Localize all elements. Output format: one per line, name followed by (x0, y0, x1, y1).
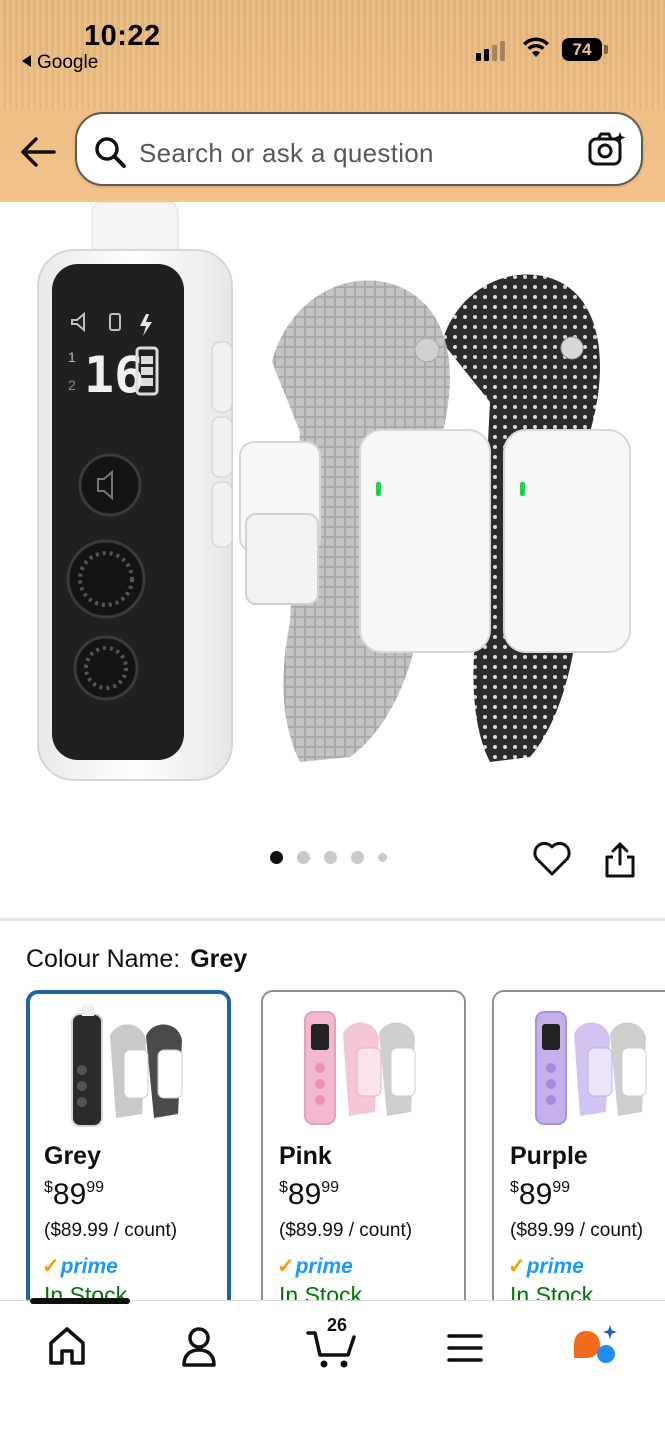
carousel-dot-5[interactable] (378, 853, 387, 862)
prime-badge: ✓prime (508, 1254, 584, 1279)
menu-icon[interactable] (435, 1321, 495, 1371)
price-fraction: 99 (321, 1179, 340, 1196)
carousel-dot-4[interactable] (351, 851, 364, 864)
heart-icon[interactable] (532, 840, 572, 878)
colour-label-text: Colour Name: (26, 945, 181, 973)
svg-text:2: 2 (68, 377, 76, 393)
option-unit-price: ($89.99 / count) (510, 1220, 644, 1241)
back-to-app-link[interactable]: Google (22, 52, 98, 74)
search-bar[interactable]: Search or ask a question (75, 112, 643, 186)
swatch-thumbnail (71, 1006, 183, 1127)
back-arrow-icon[interactable] (18, 132, 58, 172)
svg-text:1: 1 (68, 349, 76, 365)
active-tab-indicator (30, 1298, 130, 1304)
price-whole: 89 (287, 1178, 322, 1211)
section-divider (0, 918, 665, 921)
price-symbol: $ (44, 1179, 53, 1196)
colour-option-purple[interactable]: Purple $8999 ($89.99 / count) ✓prime In … (492, 990, 665, 1320)
wifi-icon (523, 37, 549, 57)
prime-badge: ✓prime (277, 1254, 353, 1279)
price-fraction: 99 (552, 1179, 571, 1196)
colour-option-pink[interactable]: Pink $8999 ($89.99 / count) ✓prime In St… (261, 990, 466, 1320)
cart-count-badge: 26 (327, 1315, 348, 1335)
share-icon[interactable] (602, 840, 638, 880)
status-time: 10:22 (84, 20, 161, 52)
option-name: Purple (510, 1142, 588, 1170)
camera-search-icon[interactable] (587, 130, 627, 170)
search-icon (95, 137, 126, 168)
carousel-dot-1[interactable] (270, 851, 283, 864)
battery-indicator: 74 (562, 38, 602, 61)
prime-check-icon: ✓ (508, 1255, 526, 1278)
prime-check-icon: ✓ (277, 1255, 295, 1278)
app-header: 10:22 Google 74 Search or ask a question (0, 0, 665, 202)
back-app-label: Google (37, 52, 99, 73)
swatch-thumbnail (535, 1011, 647, 1125)
option-price: $8999 (44, 1178, 104, 1212)
price-symbol: $ (279, 1179, 288, 1196)
carousel-dot-3[interactable] (324, 851, 337, 864)
swatch-thumbnail (304, 1011, 416, 1125)
back-triangle-icon (22, 55, 31, 67)
colour-option-grey[interactable]: Grey $8999 ($89.99 / count) ✓prime In St… (26, 990, 231, 1320)
account-icon[interactable] (169, 1321, 229, 1371)
prime-label: prime (60, 1255, 118, 1278)
option-price: $8999 (279, 1178, 339, 1212)
svg-text:16: 16 (84, 346, 144, 404)
option-name: Grey (44, 1142, 101, 1170)
option-name: Pink (279, 1142, 332, 1170)
cellular-signal-icon (476, 39, 505, 61)
option-price: $8999 (510, 1178, 570, 1212)
option-unit-price: ($89.99 / count) (44, 1220, 178, 1241)
ai-assistant-icon[interactable] (568, 1321, 628, 1371)
option-unit-price: ($89.99 / count) (279, 1220, 413, 1241)
price-whole: 89 (518, 1178, 553, 1211)
prime-check-icon: ✓ (42, 1255, 60, 1278)
prime-badge: ✓prime (42, 1254, 118, 1279)
search-input[interactable]: Search or ask a question (139, 138, 434, 169)
image-carousel-dots[interactable] (270, 851, 387, 864)
product-image[interactable]: 1 2 16 (0, 202, 665, 832)
prime-label: prime (526, 1255, 584, 1278)
carousel-dot-2[interactable] (297, 851, 310, 864)
home-icon[interactable] (37, 1321, 97, 1371)
price-symbol: $ (510, 1179, 519, 1196)
bottom-navigation: 26 (0, 1300, 665, 1440)
prime-label: prime (295, 1255, 353, 1278)
battery-cap (604, 45, 608, 54)
price-fraction: 99 (86, 1179, 105, 1196)
colour-name-label: Colour Name: Grey (26, 945, 247, 974)
price-whole: 89 (52, 1178, 87, 1211)
selected-colour-value: Grey (190, 945, 248, 973)
